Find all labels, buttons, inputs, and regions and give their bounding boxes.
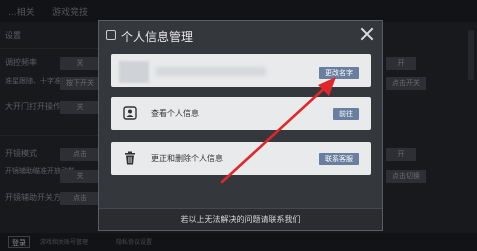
- trash-icon: [125, 151, 135, 165]
- personal-info-dialog: 个人信息管理 更改名字 查看个人信息 前往 更正和删除个人信息 联系客服 若以上…: [98, 20, 383, 231]
- player-name-blurred: [156, 67, 266, 76]
- delete-info-label: 更正和删除个人信息: [151, 154, 223, 163]
- view-info-label: 查看个人信息: [151, 109, 199, 118]
- dialog-footer: 若以上无法解决的问题请联系我们: [99, 208, 382, 230]
- delete-info-row: 更正和删除个人信息 联系客服: [111, 142, 371, 175]
- document-icon: [106, 30, 116, 40]
- dialog-title: 个人信息管理: [121, 30, 194, 44]
- close-icon[interactable]: [359, 26, 375, 42]
- contact-us-text[interactable]: 若以上无法解决的问题请联系我们: [99, 214, 382, 225]
- goto-button[interactable]: 前往: [333, 108, 359, 120]
- profile-row: 更改名字: [111, 54, 371, 87]
- avatar: [119, 61, 149, 83]
- view-info-row: 查看个人信息 前往: [111, 97, 371, 130]
- contact-support-button[interactable]: 联系客服: [319, 153, 359, 165]
- rename-button[interactable]: 更改名字: [319, 67, 359, 79]
- id-card-icon: [123, 106, 137, 120]
